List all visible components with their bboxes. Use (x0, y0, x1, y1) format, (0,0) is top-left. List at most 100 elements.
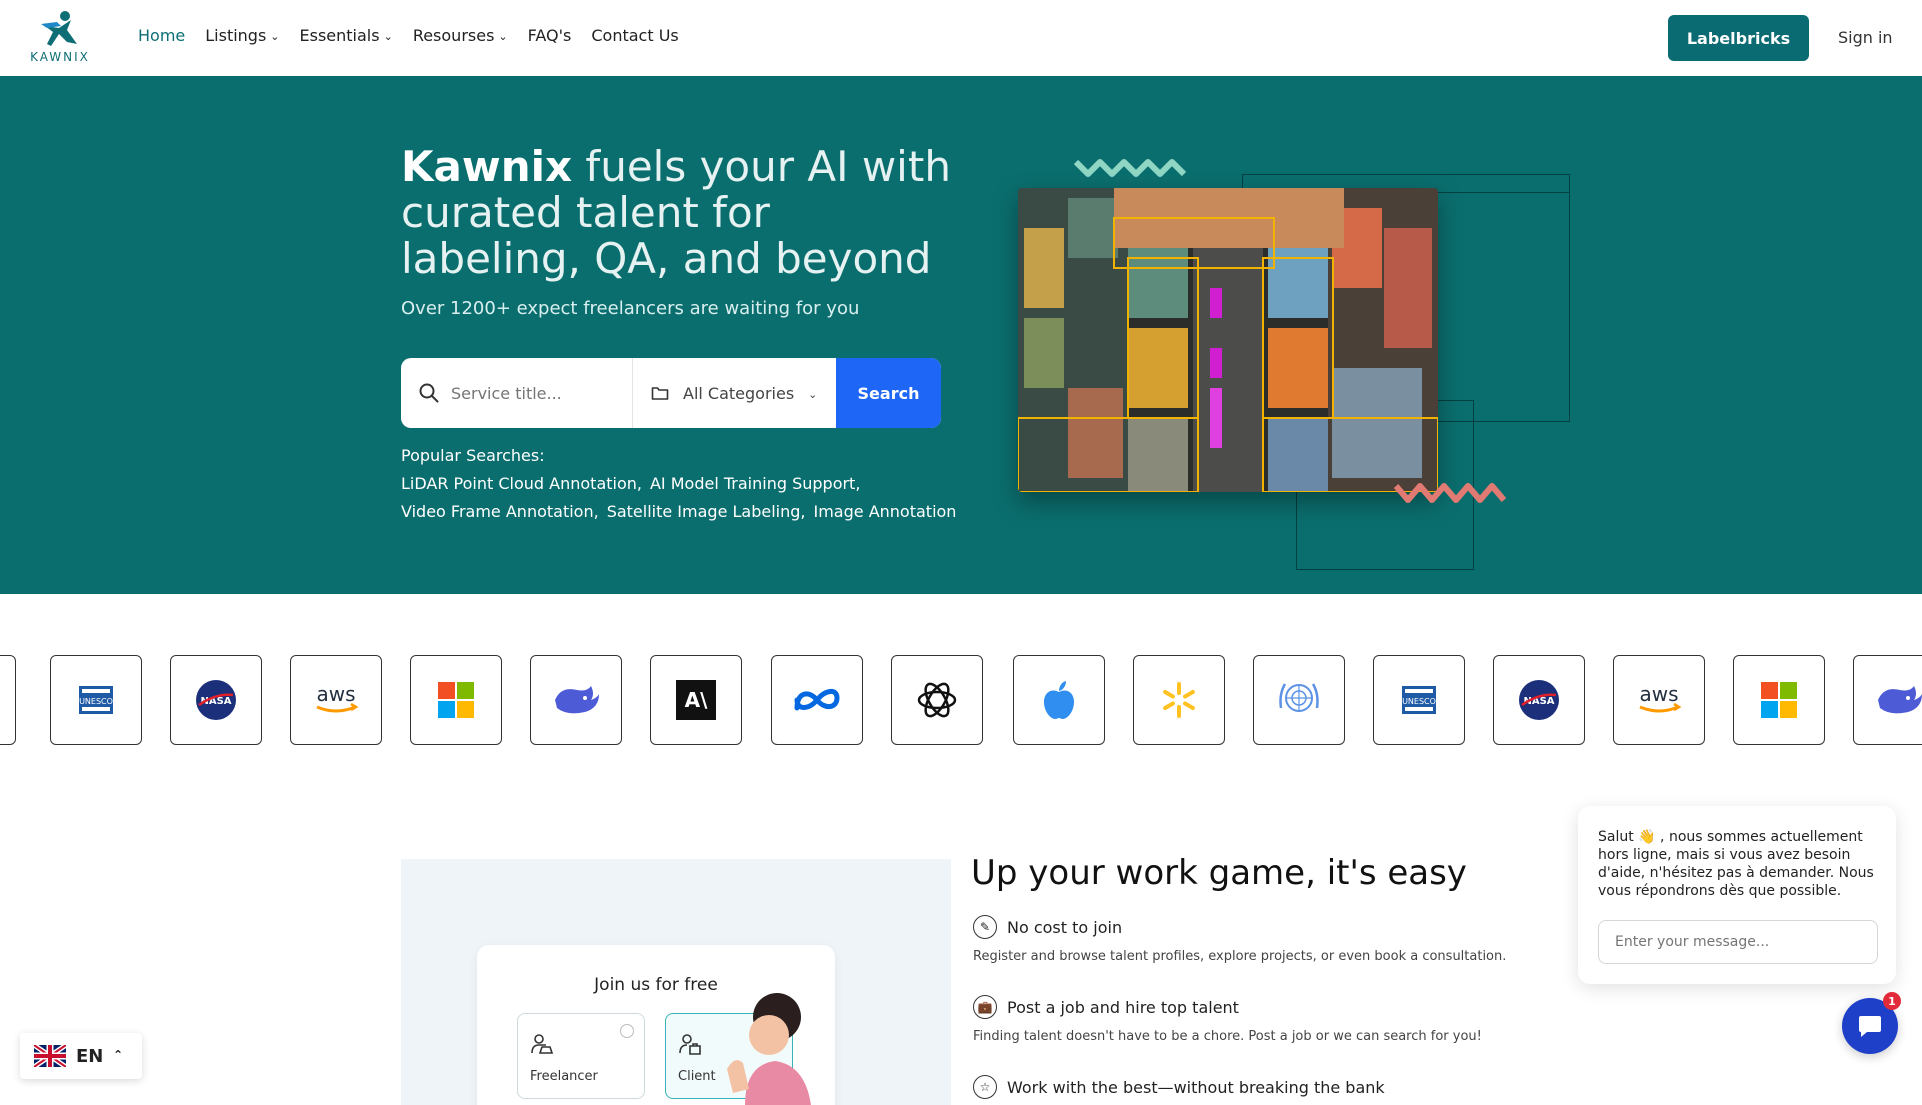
aws-icon: aws (1639, 683, 1682, 713)
feature-item: ✎ No cost to join Register and browse tal… (973, 915, 1533, 964)
feature-title: Post a job and hire top talent (1007, 997, 1239, 1017)
uk-flag-icon (34, 1045, 66, 1067)
zigzag-decor-icon (1074, 159, 1186, 177)
popular-search-link[interactable]: Video Frame Annotation, (401, 498, 599, 526)
unesco-icon: UNESCO (1402, 686, 1436, 714)
nasa-logo-card: NASA (170, 655, 262, 745)
section-title: Up your work game, it's easy (971, 853, 1467, 893)
popular-search-link[interactable]: Image Annotation (814, 498, 957, 526)
notification-badge: 1 (1883, 992, 1901, 1010)
svg-text:UNESCO: UNESCO (1402, 697, 1436, 706)
person-illustration-icon (727, 993, 811, 1105)
hero-subtitle: Over 1200+ expect freelancers are waitin… (401, 298, 860, 319)
zigzag-decor-icon (1394, 483, 1506, 503)
star-icon: ☆ (973, 1075, 997, 1099)
chevron-down-icon: ⌄ (270, 30, 280, 43)
meta-icon (794, 689, 840, 711)
category-select-value: All Categories (683, 383, 795, 403)
openai-icon (917, 682, 957, 718)
svg-text:aws: aws (316, 683, 355, 706)
aws-logo-card: aws (290, 655, 382, 745)
svg-text:UNESCO: UNESCO (79, 697, 113, 706)
nav-resourses[interactable]: Resourses ⌄ (413, 26, 508, 45)
hero-title-brand: Kawnix (401, 142, 573, 191)
search-icon (419, 383, 439, 403)
microsoft-icon (438, 682, 474, 718)
popular-searches: Popular Searches: LiDAR Point Cloud Anno… (401, 442, 961, 526)
language-switcher[interactable]: EN ⌄ (20, 1033, 142, 1079)
pencil-icon: ✎ (973, 915, 997, 939)
chat-popup: Salut 👋 , nous sommes actuellement hors … (1578, 806, 1896, 984)
chevron-down-icon: ⌄ (383, 30, 393, 43)
client-icon (679, 1034, 701, 1055)
popular-search-link[interactable]: AI Model Training Support, (650, 470, 860, 498)
anthropic-logo-card (0, 655, 16, 745)
nav-listings[interactable]: Listings ⌄ (205, 26, 279, 45)
nav-essentials[interactable]: Essentials ⌄ (300, 26, 393, 45)
unesco-logo-card: UNESCO (50, 655, 142, 745)
main-menu: Home Listings ⌄ Essentials ⌄ Resourses ⌄ FA… (138, 26, 679, 45)
walmart-icon (1163, 682, 1195, 718)
apple-logo-card (1013, 655, 1105, 745)
un-icon (1279, 683, 1319, 712)
nav-contact[interactable]: Contact Us (591, 26, 678, 45)
hero-illustration (1010, 124, 1580, 570)
svg-text:aws: aws (1639, 683, 1678, 706)
radio-icon (620, 1024, 634, 1038)
freelancer-label: Freelancer (530, 1069, 598, 1084)
deepseek-icon (555, 686, 599, 714)
feature-desc: Finding talent doesn't have to be a chor… (973, 1029, 1482, 1044)
signin-link[interactable]: Sign in (1838, 28, 1893, 47)
nav-contact-label: Contact Us (591, 26, 679, 45)
hero-title: Kawnix fuels your AI with curated talent… (401, 144, 961, 282)
nav-essentials-label: Essentials (299, 26, 380, 45)
nav-faqs[interactable]: FAQ's (528, 26, 572, 45)
svg-text:A\: A\ (685, 688, 708, 712)
openai-logo-card (891, 655, 983, 745)
search-input[interactable] (451, 383, 601, 403)
un-logo-card (1253, 655, 1345, 745)
popular-searches-list: LiDAR Point Cloud Annotation, AI Model T… (401, 470, 961, 526)
feature-desc: Register and browse talent profiles, exp… (973, 949, 1507, 964)
freelancer-icon (531, 1034, 554, 1054)
chat-message-input[interactable] (1598, 920, 1878, 964)
chevron-down-icon: ⌄ (498, 30, 508, 43)
anthropic-logo-card: A\ (650, 655, 742, 745)
nasa-icon: NASA (1519, 680, 1559, 720)
popular-search-link[interactable]: LiDAR Point Cloud Annotation, (401, 470, 642, 498)
chat-message: Salut 👋 , nous sommes actuellement hors … (1598, 829, 1874, 899)
nav-home[interactable]: Home (138, 26, 185, 45)
search-bar: All Categories ⌄ Search (401, 358, 941, 428)
language-code: EN (76, 1045, 104, 1067)
aws-icon: aws (316, 683, 359, 713)
freelancer-option[interactable]: Freelancer (517, 1013, 645, 1099)
walmart-logo-card (1133, 655, 1225, 745)
folder-icon (651, 387, 669, 400)
chevron-up-icon: ⌄ (113, 1047, 124, 1061)
popular-searches-label: Popular Searches: (401, 446, 545, 465)
kawnix-logo[interactable]: KAWNIX (24, 10, 96, 66)
kawnix-logo-icon (41, 11, 77, 46)
feature-title: Work with the best—without breaking the … (1007, 1077, 1385, 1097)
category-select[interactable]: All Categories ⌄ (632, 358, 836, 428)
nasa-logo-card: NASA (1493, 655, 1585, 745)
city-aerial-photo (1018, 188, 1438, 492)
feature-title: No cost to join (1007, 917, 1123, 937)
apple-icon (1044, 681, 1074, 719)
nav-home-label: Home (138, 26, 186, 45)
labelbricks-button[interactable]: Labelbricks (1668, 15, 1809, 61)
city-aerial-image (1018, 188, 1438, 492)
popular-search-link[interactable]: Satellite Image Labeling, (607, 498, 806, 526)
microsoft-logo-card (1733, 655, 1825, 745)
hero-section: Kawnix fuels your AI with curated talent… (0, 76, 1922, 594)
search-button[interactable]: Search (836, 358, 941, 428)
nav-resourses-label: Resourses (412, 26, 495, 45)
nasa-icon: NASA (196, 680, 236, 720)
logo-text: KAWNIX (30, 50, 90, 64)
anthropic-icon: A\ (676, 680, 716, 720)
nav-listings-label: Listings (205, 26, 267, 45)
microsoft-logo-card (410, 655, 502, 745)
chevron-down-icon: ⌄ (808, 387, 818, 401)
aws-logo-card: aws (1613, 655, 1705, 745)
search-field[interactable] (401, 358, 631, 428)
